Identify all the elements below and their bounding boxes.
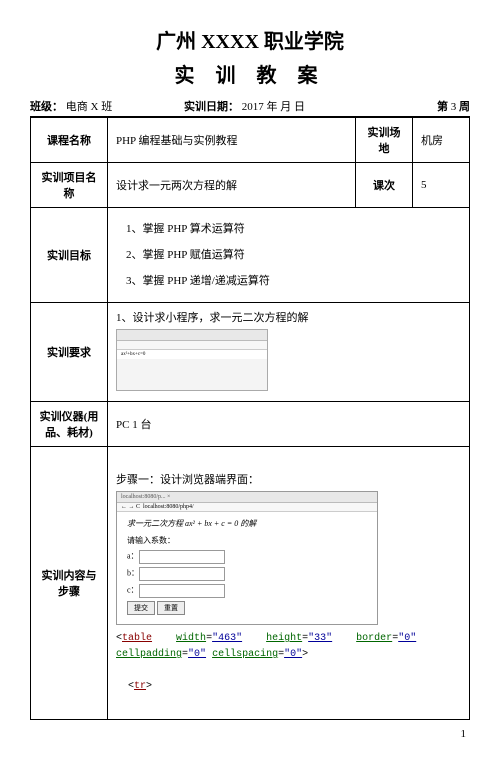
venue-label: 实训场地 — [356, 118, 413, 163]
code-attr: border — [356, 633, 392, 644]
venue-value: 机房 — [413, 118, 470, 163]
goal-item: 2、掌握 PHP 赋值运算符 — [126, 244, 461, 266]
week-suffix: 周 — [459, 101, 470, 113]
code-attr: cellspacing — [212, 649, 278, 660]
a-input — [139, 550, 225, 564]
input-hint: 请输入系数： — [127, 535, 367, 546]
code-attr: height — [266, 633, 302, 644]
c-label: c： — [127, 586, 139, 595]
week-num: 3 — [451, 101, 457, 113]
week-label: 第 — [437, 101, 448, 113]
lesson-plan-table: 课程名称 PHP 编程基础与实例教程 实训场地 机房 实训项目名称 设计求一元两… — [30, 117, 470, 720]
course-label: 课程名称 — [31, 118, 108, 163]
small-screenshot: ax²+bx+c=0 — [116, 329, 268, 391]
project-value: 设计求一元两次方程的解 — [108, 163, 356, 208]
institution-title: 广州 XXXX 职业学院 — [30, 25, 470, 54]
reset-button: 重置 — [157, 601, 185, 615]
class-value: 电商 X 班 — [66, 101, 112, 113]
project-label: 实训项目名称 — [31, 163, 108, 208]
b-label: b： — [127, 569, 139, 578]
date-label: 实训日期： — [184, 101, 239, 113]
req-cell: 1、设计求小程序，求一元二次方程的解 ax²+bx+c=0 — [108, 303, 470, 402]
req-label: 实训要求 — [31, 303, 108, 402]
class-label: 班级： — [30, 101, 63, 113]
document-title: 实 训 教 案 — [30, 59, 470, 88]
goal-item: 1、掌握 PHP 算术运算符 — [126, 218, 461, 240]
goal-cell: 1、掌握 PHP 算术运算符 2、掌握 PHP 赋值运算符 3、掌握 PHP 递… — [108, 208, 470, 303]
page-number: 1 — [30, 728, 470, 740]
lesson-label: 课次 — [356, 163, 413, 208]
equip-label: 实训仪器(用品、耗材) — [31, 402, 108, 447]
code-val: "0" — [284, 649, 302, 660]
b-input — [139, 567, 225, 581]
course-value: PHP 编程基础与实例教程 — [108, 118, 356, 163]
steps-cell: 步骤一：设计浏览器端界面： localhost:8080/p... × ← → … — [108, 447, 470, 720]
code-val: "33" — [308, 633, 332, 644]
equation-text: 求一元二次方程 ax² + bx + c = 0 的解 — [127, 518, 367, 529]
code-attr: width — [176, 633, 206, 644]
goal-item: 3、掌握 PHP 递增/递减运算符 — [126, 270, 461, 292]
code-tag: tr — [134, 681, 146, 692]
req-line: 1、设计求小程序，求一元二次方程的解 — [116, 309, 461, 325]
code-val: "0" — [188, 649, 206, 660]
header-info: 班级： 电商 X 班 实训日期： 2017 年 月 日 第 3 周 — [30, 98, 470, 117]
date-value: 2017 年 月 日 — [242, 101, 305, 113]
step1-title: 步骤一：设计浏览器端界面： — [116, 471, 461, 487]
goal-label: 实训目标 — [31, 208, 108, 303]
c-input — [139, 584, 225, 598]
code-attr: cellpadding — [116, 649, 182, 660]
browser-address-bar: ← → C localhost:8080/php4/ — [117, 503, 377, 512]
browser-screenshot: localhost:8080/p... × ← → C localhost:80… — [116, 491, 378, 625]
code-snippet: <table width="463" height="33" border="0… — [116, 631, 461, 695]
steps-label: 实训内容与步骤 — [31, 447, 108, 720]
url-text: localhost — [143, 504, 165, 510]
a-label: a： — [127, 552, 139, 561]
equip-value: PC 1 台 — [108, 402, 470, 447]
code-val: "463" — [212, 633, 242, 644]
browser-tab: localhost:8080/p... × — [117, 492, 377, 503]
code-val: "0" — [398, 633, 416, 644]
lesson-value: 5 — [413, 163, 470, 208]
submit-button: 提交 — [127, 601, 155, 615]
code-tag: table — [122, 633, 152, 644]
tab-text: localhost:8080/p... — [121, 494, 166, 500]
